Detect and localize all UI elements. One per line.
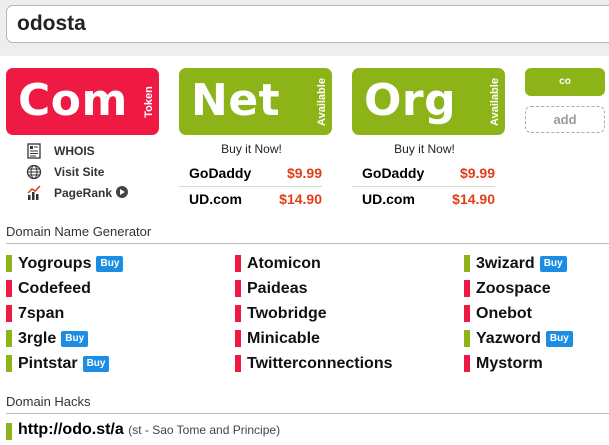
list-item[interactable]: 3wizard Buy bbox=[464, 251, 573, 276]
domain-name: Twobridge bbox=[247, 305, 327, 322]
list-item[interactable]: Onebot bbox=[464, 301, 573, 326]
tld-net-box[interactable]: Net Available bbox=[179, 68, 332, 135]
visit-site-label: Visit Site bbox=[54, 165, 105, 179]
buy-badge[interactable]: Buy bbox=[539, 256, 567, 272]
offer-registrar: UD.com bbox=[189, 191, 242, 207]
offer-registrar: UD.com bbox=[362, 191, 415, 207]
list-item[interactable]: Minicable bbox=[235, 326, 393, 351]
tld-com-status: Token bbox=[143, 85, 155, 118]
add-tld-button[interactable]: add bbox=[525, 106, 605, 133]
offer-registrar: GoDaddy bbox=[189, 165, 252, 181]
offer-price: $9.99 bbox=[286, 165, 322, 181]
list-item[interactable]: Yazword Buy bbox=[464, 326, 573, 351]
domain-name: Minicable bbox=[247, 330, 320, 347]
globe-icon bbox=[26, 164, 42, 180]
offer-row[interactable]: UD.com $14.90 bbox=[179, 187, 322, 213]
list-item[interactable]: Pintstar Buy bbox=[6, 351, 123, 376]
status-bar bbox=[6, 330, 12, 347]
whois-link[interactable]: WHOIS bbox=[26, 142, 128, 163]
list-item[interactable]: 7span bbox=[6, 301, 123, 326]
buy-badge[interactable]: Buy bbox=[545, 331, 573, 347]
domain-name: Zoospace bbox=[476, 280, 551, 297]
domain-name: Onebot bbox=[476, 305, 532, 322]
domain-name: 7span bbox=[18, 305, 65, 322]
status-bar bbox=[6, 355, 12, 372]
tld-net-status: Available bbox=[316, 77, 328, 126]
status-bar bbox=[235, 305, 241, 322]
generator-column-3: 3wizard Buy Zoospace Onebot Yazword Buy My… bbox=[464, 251, 573, 376]
list-item[interactable]: Codefeed bbox=[6, 276, 123, 301]
buy-badge[interactable]: Buy bbox=[96, 256, 124, 272]
tld-co-button[interactable]: co bbox=[525, 68, 605, 96]
net-buy-title: Buy it Now! bbox=[221, 142, 282, 156]
list-item[interactable]: Yogroups Buy bbox=[6, 251, 124, 276]
status-bar bbox=[464, 255, 470, 272]
list-item[interactable]: Twobridge bbox=[235, 301, 393, 326]
generator-column-2: Atomicon Paideas Twobridge Minicable Twi… bbox=[235, 251, 393, 376]
hack-item[interactable]: http://odo.st/a (st - Sao Tome and Princ… bbox=[6, 421, 281, 440]
tld-net-name: Net bbox=[191, 75, 281, 126]
status-bar bbox=[464, 355, 470, 372]
domain-name: Twitterconnections bbox=[247, 355, 393, 372]
whois-icon bbox=[27, 143, 41, 159]
domain-name: Yazword bbox=[476, 330, 541, 347]
offer-row[interactable]: GoDaddy $9.99 bbox=[179, 161, 322, 187]
status-bar bbox=[6, 305, 12, 322]
pagerank-link[interactable]: PageRank bbox=[26, 184, 129, 205]
list-item[interactable]: 3rgle Buy bbox=[6, 326, 123, 351]
offer-row[interactable]: UD.com $14.90 bbox=[352, 187, 495, 213]
com-links: WHOIS Visit Site PageRank bbox=[26, 142, 129, 205]
status-bar bbox=[6, 280, 12, 297]
tld-org-status: Available bbox=[489, 77, 501, 126]
offer-row[interactable]: GoDaddy $9.99 bbox=[352, 161, 495, 187]
domain-name: Paideas bbox=[247, 280, 308, 297]
net-buy-panel: Buy it Now! GoDaddy $9.99 UD.com $14.90 bbox=[179, 141, 322, 213]
hack-url[interactable]: http://odo.st/a bbox=[18, 421, 124, 438]
domain-name: 3rgle bbox=[18, 330, 57, 347]
status-bar bbox=[464, 280, 470, 297]
domain-name: Atomicon bbox=[247, 255, 321, 272]
generator-title: Domain Name Generator bbox=[6, 224, 609, 244]
domain-name: Pintstar bbox=[18, 355, 78, 372]
status-bar bbox=[235, 355, 241, 372]
tld-org-name: Org bbox=[364, 75, 457, 126]
offer-price: $14.90 bbox=[452, 191, 495, 207]
tld-com-box[interactable]: Com Token bbox=[6, 68, 159, 135]
status-bar bbox=[235, 330, 241, 347]
status-bar bbox=[235, 255, 241, 272]
domain-name: Mystorm bbox=[476, 355, 543, 372]
status-bar bbox=[6, 255, 12, 272]
search-input[interactable]: odosta bbox=[6, 5, 609, 43]
tld-com-name: Com bbox=[18, 75, 128, 126]
list-item[interactable]: Mystorm bbox=[464, 351, 573, 376]
domain-name: Codefeed bbox=[18, 280, 91, 297]
domain-name: 3wizard bbox=[476, 255, 535, 272]
domain-name: Yogroups bbox=[18, 255, 92, 272]
offer-price: $14.90 bbox=[279, 191, 322, 207]
chart-icon bbox=[27, 185, 41, 200]
list-item[interactable]: Zoospace bbox=[464, 276, 573, 301]
buy-badge[interactable]: Buy bbox=[61, 331, 89, 347]
buy-badge[interactable]: Buy bbox=[82, 356, 110, 372]
offer-price: $9.99 bbox=[459, 165, 495, 181]
list-item[interactable]: Twitterconnections bbox=[235, 351, 393, 376]
status-bar bbox=[6, 423, 12, 440]
search-bar: odosta bbox=[0, 0, 609, 56]
play-icon[interactable] bbox=[116, 186, 129, 198]
generator-column-1: Yogroups Buy Codefeed 7span 3rgle Buy Pint… bbox=[6, 251, 124, 376]
list-item[interactable]: Paideas bbox=[235, 276, 393, 301]
pagerank-label: PageRank bbox=[54, 186, 113, 200]
status-bar bbox=[464, 330, 470, 347]
tld-org-box[interactable]: Org Available bbox=[352, 68, 505, 135]
visit-site-link[interactable]: Visit Site bbox=[26, 163, 128, 184]
org-buy-panel: Buy it Now! GoDaddy $9.99 UD.com $14.90 bbox=[352, 141, 495, 213]
org-buy-title: Buy it Now! bbox=[394, 142, 455, 156]
hack-note: (st - Sao Tome and Principe) bbox=[128, 423, 281, 437]
offer-registrar: GoDaddy bbox=[362, 165, 425, 181]
whois-label: WHOIS bbox=[54, 144, 95, 158]
status-bar bbox=[464, 305, 470, 322]
list-item[interactable]: Atomicon bbox=[235, 251, 393, 276]
status-bar bbox=[235, 280, 241, 297]
hacks-title: Domain Hacks bbox=[6, 394, 609, 414]
